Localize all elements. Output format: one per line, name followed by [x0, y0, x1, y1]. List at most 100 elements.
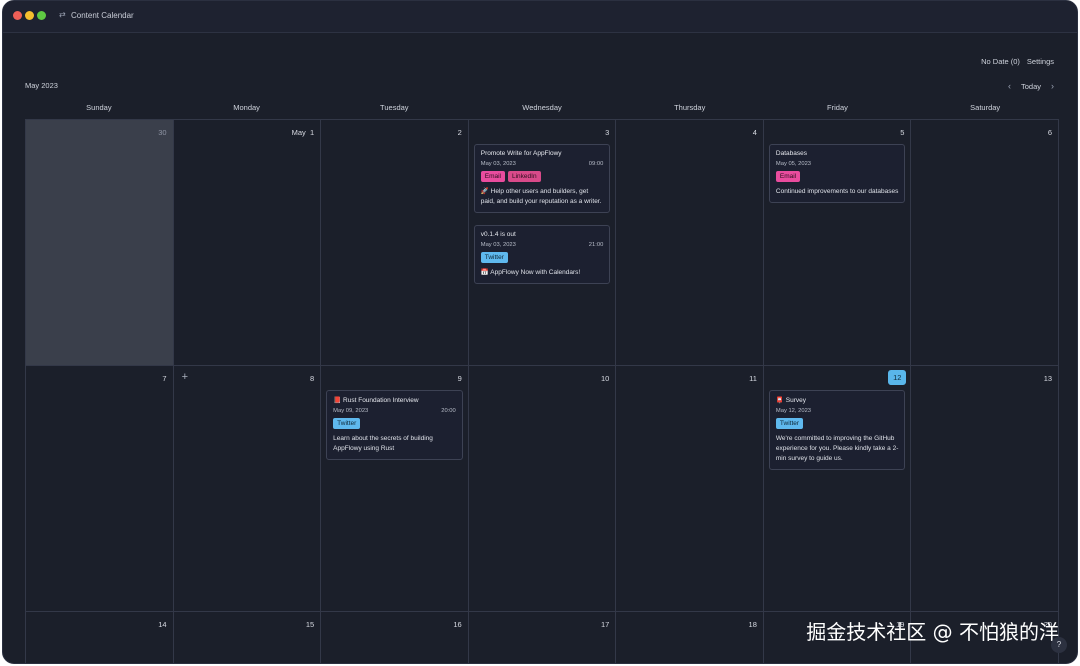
day-cell[interactable]: 11: [616, 366, 764, 612]
event-card[interactable]: 📕 Rust Foundation Interview May 09, 2023…: [326, 390, 463, 460]
event-time: 21:00: [588, 242, 604, 248]
weekday-label: Friday: [827, 103, 848, 112]
calendar-grid: 30 May 1 2 3 Promote Write for AppFlowy …: [25, 119, 1060, 663]
weekday-label: Tuesday: [380, 103, 409, 112]
weekday-label: Saturday: [970, 103, 1001, 112]
day-cell[interactable]: 15: [174, 612, 322, 663]
day-cell[interactable]: 16: [321, 612, 469, 663]
day-cell[interactable]: 13: [911, 366, 1060, 612]
month-title: May 2023: [25, 81, 58, 90]
event-tags: Twitter: [480, 252, 604, 263]
day-number: 11: [749, 374, 757, 383]
event-title: Promote Write for AppFlowy: [480, 150, 562, 157]
day-cell[interactable]: 17: [469, 612, 617, 663]
event-meta: May 12, 2023: [776, 408, 899, 414]
day-cell[interactable]: 18: [616, 612, 764, 663]
weekday-header: Sunday Monday Tuesday Wednesday Thursday…: [25, 103, 1059, 117]
help-button[interactable]: ?: [1051, 637, 1067, 653]
app-window: ⇄ Content Calendar No Date (0) Settings …: [2, 0, 1078, 664]
day-number: 5: [900, 128, 905, 137]
calendar-week: 30 May 1 2 3 Promote Write for AppFlowy …: [26, 120, 1060, 366]
tag-linkedin: LinkedIn: [508, 171, 541, 182]
maximize-window-button[interactable]: [37, 11, 46, 20]
event-meta: May 09, 2023 20:00: [333, 408, 456, 414]
day-cell[interactable]: May 1: [173, 120, 322, 366]
today-day-number: 12: [888, 370, 907, 385]
day-cell[interactable]: 3 Promote Write for AppFlowy May 03, 202…: [468, 120, 617, 366]
no-date-button[interactable]: No Date (0): [981, 57, 1020, 66]
event-date: May 03, 2023: [480, 242, 516, 248]
day-cell[interactable]: 9 📕 Rust Foundation Interview May 09, 20…: [321, 366, 469, 612]
day-number: 10: [600, 374, 610, 383]
day-cell[interactable]: 30: [26, 120, 174, 366]
event-description: Learn about the secrets of building AppF…: [333, 435, 433, 452]
day-cell[interactable]: 5 Databases May 05, 2023 Email Continued…: [763, 120, 912, 366]
tag-email: Email: [480, 171, 505, 182]
settings-button[interactable]: Settings: [1027, 57, 1054, 66]
day-cell[interactable]: 14: [26, 612, 174, 663]
day-cell[interactable]: 10: [468, 366, 617, 612]
day-cell[interactable]: 6: [911, 120, 1060, 366]
day-number: 13: [1043, 374, 1053, 383]
event-title: 📮 Survey: [775, 397, 807, 404]
event-date: May 05, 2023: [775, 161, 812, 167]
day-cell[interactable]: + 8: [173, 366, 322, 612]
event-date: May 12, 2023: [775, 408, 812, 414]
event-meta: May 03, 2023 21:00: [481, 242, 604, 248]
today-button[interactable]: Today: [1021, 82, 1041, 91]
weekday-label: Wednesday: [522, 103, 562, 112]
day-cell[interactable]: 12 📮 Survey May 12, 2023 Twitter We're c…: [763, 366, 912, 612]
day-number: 30: [158, 128, 167, 137]
event-tags: Email LinkedIn: [480, 171, 604, 182]
event-card[interactable]: Databases May 05, 2023 Email Continued i…: [768, 144, 906, 203]
day-cell[interactable]: 7: [26, 366, 174, 612]
event-card[interactable]: Promote Write for AppFlowy May 03, 2023 …: [473, 144, 611, 213]
title-bar: ⇄ Content Calendar: [3, 1, 1077, 33]
day-number: 2: [457, 128, 462, 137]
event-description: We're committed to improving the GitHub …: [775, 435, 899, 462]
weekday-label: Thursday: [674, 103, 706, 112]
event-description: 📅 AppFlowy Now with Calendars!: [480, 269, 581, 276]
day-number: 7: [162, 374, 167, 383]
add-event-button[interactable]: +: [182, 371, 188, 383]
event-card[interactable]: 📮 Survey May 12, 2023 Twitter We're comm…: [768, 390, 906, 470]
next-month-button[interactable]: ›: [1051, 81, 1054, 91]
day-number: 3: [605, 128, 610, 137]
day-number: 16: [453, 620, 462, 629]
minimize-window-button[interactable]: [25, 11, 34, 20]
event-time: 09:00: [588, 161, 604, 167]
day-cell[interactable]: 2: [321, 120, 469, 366]
day-number: 4: [752, 128, 757, 137]
tag-twitter: Twitter: [333, 418, 361, 429]
event-meta: May 03, 2023 09:00: [481, 161, 604, 167]
event-tags: Twitter: [333, 418, 456, 429]
day-number: 15: [305, 620, 315, 629]
tag-email: Email: [775, 171, 801, 182]
event-time: 20:00: [441, 408, 456, 414]
event-meta: May 05, 2023: [776, 161, 899, 167]
prev-month-button[interactable]: ‹: [1008, 81, 1011, 91]
event-description: 🚀 Help other users and builders, get pai…: [480, 188, 602, 205]
close-window-button[interactable]: [13, 11, 22, 20]
weekday-label: Sunday: [86, 103, 112, 112]
day-number: 18: [748, 620, 757, 629]
event-title: v0.1.4 is out: [480, 231, 516, 238]
month-navigation: ‹ Today ›: [1008, 81, 1054, 91]
tag-twitter: Twitter: [480, 252, 508, 263]
day-number: 9: [457, 374, 462, 383]
event-date: May 03, 2023: [480, 161, 516, 167]
window-title: Content Calendar: [71, 11, 134, 20]
calendar-sync-icon: ⇄: [59, 10, 66, 19]
weekday-label: Monday: [233, 103, 260, 112]
day-number: 17: [600, 620, 610, 629]
calendar-week: 7 + 8 9 📕 Rust Foundation Interview May …: [26, 366, 1060, 612]
day-cell[interactable]: 4: [616, 120, 764, 366]
day-number: 6: [1047, 128, 1053, 137]
event-tags: Email: [775, 171, 899, 182]
day-number: 8: [309, 374, 315, 383]
event-description: Continued improvements to our databases: [775, 188, 899, 195]
event-title: Databases: [775, 150, 807, 157]
event-card[interactable]: v0.1.4 is out May 03, 2023 21:00 Twitter…: [473, 225, 611, 284]
calendar-toolbar: No Date (0) Settings: [981, 57, 1054, 66]
event-tags: Twitter: [775, 418, 899, 429]
